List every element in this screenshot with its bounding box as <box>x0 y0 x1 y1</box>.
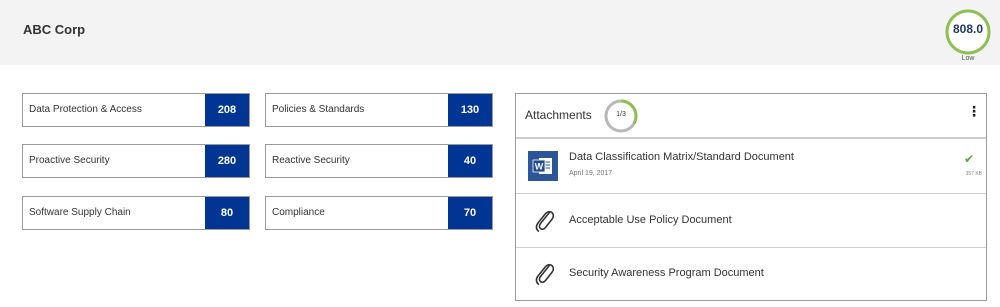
check-icon: ✔ <box>964 152 975 166</box>
category-score: 280 <box>205 145 249 177</box>
attachment-row[interactable]: W Data Classification Matrix/Standard Do… <box>516 139 986 194</box>
category-card-compliance[interactable]: Compliance 70 <box>265 196 493 230</box>
attachment-name[interactable]: Data Classification Matrix/Standard Docu… <box>569 151 794 163</box>
category-score: 208 <box>205 94 249 126</box>
attachments-count: 1/3 <box>616 111 626 118</box>
category-score: 80 <box>205 197 249 229</box>
category-card-software-supply-chain[interactable]: Software Supply Chain 80 <box>22 196 250 230</box>
top-bar: ABC Corp 808.0 Low <box>0 0 1000 65</box>
category-card-policies-standards[interactable]: Policies & Standards 130 <box>265 93 493 127</box>
paperclip-icon <box>535 263 555 285</box>
company-name: ABC Corp <box>23 22 86 37</box>
attachments-title: Attachments <box>525 108 592 122</box>
score-level-label: Low <box>961 55 975 62</box>
category-card-proactive-security[interactable]: Proactive Security 280 <box>22 144 250 178</box>
category-label: Proactive Security <box>29 155 110 166</box>
category-label: Software Supply Chain <box>29 207 131 218</box>
attachment-name[interactable]: Acceptable Use Policy Document <box>569 214 732 226</box>
word-document-icon: W <box>528 151 558 181</box>
attachments-panel: Attachments 1/3 ⋮ W Data Classification … <box>515 93 987 301</box>
category-label: Reactive Security <box>272 155 350 166</box>
category-card-data-protection[interactable]: Data Protection & Access 208 <box>22 93 250 127</box>
score-value: 808.0 <box>952 22 984 36</box>
category-label: Data Protection & Access <box>29 104 142 115</box>
risk-score-gauge: 808.0 Low <box>943 7 993 65</box>
attachment-name[interactable]: Security Awareness Program Document <box>569 267 764 279</box>
category-card-reactive-security[interactable]: Reactive Security 40 <box>265 144 493 178</box>
attachment-size: 357 KB <box>965 171 982 177</box>
attachment-row[interactable]: Security Awareness Program Document <box>516 248 986 300</box>
category-label: Policies & Standards <box>272 104 365 115</box>
category-label: Compliance <box>272 207 325 218</box>
attachment-date: April 19, 2017 <box>569 170 613 177</box>
category-score: 130 <box>448 94 492 126</box>
paperclip-icon <box>535 210 555 232</box>
attachments-header: Attachments 1/3 ⋮ <box>516 94 986 139</box>
attachment-row[interactable]: Acceptable Use Policy Document <box>516 194 986 248</box>
more-options-icon[interactable]: ⋮ <box>967 102 981 120</box>
svg-text:W: W <box>535 162 544 172</box>
category-score: 40 <box>448 145 492 177</box>
category-score: 70 <box>448 197 492 229</box>
